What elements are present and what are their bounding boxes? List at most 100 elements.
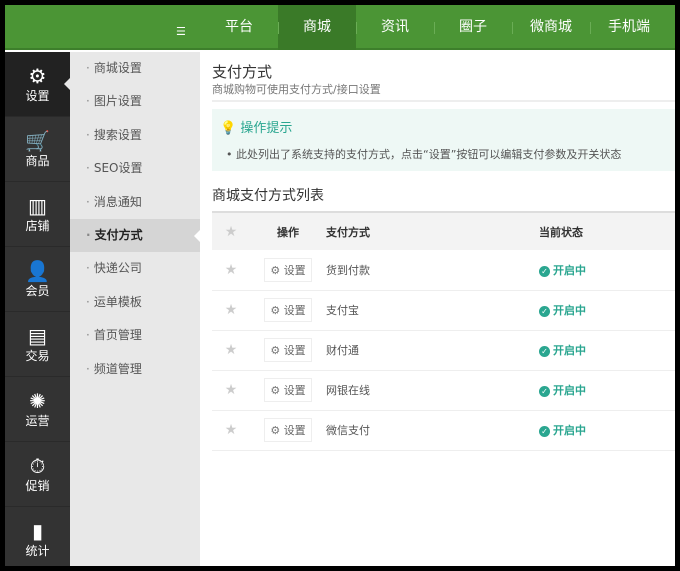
status-badge: ✓ 开启中: [539, 330, 675, 371]
check-circle-icon: ✓: [539, 386, 550, 397]
main-content: 支付方式 商城购物可使用支付方式/接口设置 💡 操作提示 • 此处列出了系统支持…: [200, 52, 675, 566]
sidebar-item[interactable]: ▤ 交易: [5, 312, 70, 377]
table-row: ★ ⚙ 设置 网银在线 ✓ 开启中: [212, 370, 675, 411]
chart-icon: ▮: [31, 518, 43, 543]
settings-button[interactable]: ⚙ 设置: [264, 298, 312, 322]
nav-tab[interactable]: 商城: [278, 5, 356, 50]
sidebar-item[interactable]: 👤 会员: [5, 247, 70, 312]
menu-toggle-icon[interactable]: ☰: [176, 26, 189, 37]
star-icon[interactable]: ★: [212, 290, 250, 331]
column-header: 操作: [250, 211, 326, 250]
gear-icon: ⚙: [270, 384, 281, 397]
submenu-item[interactable]: 搜索设置: [70, 119, 200, 152]
settings-button[interactable]: ⚙ 设置: [264, 418, 312, 442]
app-window: ☰ 平台 商城 资讯 圈子 微商城 手机端 ⚙ 设置 🛒 商品 ▥ 店铺 👤 会员 ▤ 交易 ✺ 运营 ⏱ 促销 ▮ 统…: [5, 5, 675, 566]
gear-icon: ⚙: [270, 424, 281, 437]
gear-icon: ⚙: [270, 344, 281, 357]
status-badge: ✓ 开启中: [539, 290, 675, 331]
sidebar-item[interactable]: ✺ 运营: [5, 377, 70, 442]
status-badge: ✓ 开启中: [539, 370, 675, 411]
submenu-item[interactable]: 图片设置: [70, 85, 200, 118]
payment-name: 货到付款: [326, 250, 539, 291]
submenu-item[interactable]: SEO设置: [70, 152, 200, 185]
sidebar-item[interactable]: ▥ 店铺: [5, 182, 70, 247]
payment-name: 网银在线: [326, 370, 539, 411]
sidebar-item-label: 设置: [25, 88, 50, 103]
gear-icon: ⚙: [270, 304, 281, 317]
sidebar-item[interactable]: ▮ 统计: [5, 507, 70, 566]
button-label: 设置: [283, 424, 306, 437]
settings-button[interactable]: ⚙ 设置: [264, 338, 312, 362]
user-icon: 👤: [25, 258, 50, 283]
status-text: 开启中: [553, 263, 586, 277]
store-icon: ▥: [28, 193, 47, 218]
clock-icon: ⏱: [29, 453, 46, 478]
status-text: 开启中: [553, 304, 586, 317]
star-icon[interactable]: ★: [212, 410, 250, 451]
nav-tab[interactable]: 微商城: [512, 5, 590, 50]
gear-icon: ⚙: [28, 63, 47, 88]
sidebar-item-label: 统计: [25, 543, 50, 558]
star-icon[interactable]: ★: [212, 250, 250, 291]
gear-icon: ⚙: [270, 263, 281, 277]
nav-tab[interactable]: 手机端: [590, 5, 668, 50]
submenu-item[interactable]: 商城设置: [70, 52, 200, 85]
lightbulb-icon: 💡: [220, 121, 237, 136]
submenu-item[interactable]: 频道管理: [70, 353, 200, 386]
star-icon[interactable]: ★: [212, 330, 250, 371]
submenu-item[interactable]: 运单模板: [70, 286, 200, 319]
sidebar-item[interactable]: ⚙ 设置: [5, 52, 70, 117]
button-label: 设置: [283, 263, 306, 277]
payment-name: 财付通: [326, 330, 539, 371]
sidebar-item-label: 促销: [25, 478, 50, 493]
settings-button[interactable]: ⚙ 设置: [264, 378, 312, 402]
sale-badge-icon: ✺: [29, 388, 46, 413]
tips-panel: 💡 操作提示 • 此处列出了系统支持的支付方式，点击“设置”按钮可以编辑支付参数…: [212, 109, 675, 171]
sidebar: ⚙ 设置 🛒 商品 ▥ 店铺 👤 会员 ▤ 交易 ✺ 运营 ⏱ 促销 ▮ 统计: [5, 52, 70, 566]
nav-tab[interactable]: 平台: [200, 5, 278, 50]
basket-icon: 🛒: [25, 128, 50, 153]
table-row: ★ ⚙ 设置 支付宝 ✓ 开启中: [212, 290, 675, 331]
star-icon: ★: [212, 211, 250, 250]
sidebar-item[interactable]: ⏱ 促销: [5, 442, 70, 507]
table-row: ★ ⚙ 设置 财付通 ✓ 开启中: [212, 330, 675, 371]
list-title: 商城支付方式列表: [212, 188, 324, 204]
sidebar-item-label: 店铺: [25, 218, 50, 233]
status-text: 开启中: [553, 344, 586, 357]
submenu-item[interactable]: 支付方式: [70, 218, 200, 253]
submenu-item[interactable]: 消息通知: [70, 186, 200, 219]
status-text: 开启中: [553, 424, 586, 437]
submenu-item[interactable]: 快递公司: [70, 252, 200, 285]
status-badge: ✓ 开启中: [539, 250, 675, 291]
star-icon[interactable]: ★: [212, 370, 250, 411]
tips-heading: 操作提示: [240, 121, 293, 136]
nav-tab[interactable]: 圈子: [434, 5, 512, 50]
settings-button[interactable]: ⚙ 设置: [264, 257, 312, 282]
sidebar-item-label: 商品: [25, 153, 50, 168]
submenu: 商城设置图片设置搜索设置SEO设置消息通知支付方式快递公司运单模板首页管理频道管…: [70, 52, 200, 566]
page-subtitle: 商城购物可使用支付方式/接口设置: [212, 83, 381, 96]
payment-name: 微信支付: [326, 410, 539, 451]
top-bar: ☰ 平台 商城 资讯 圈子 微商城 手机端: [5, 5, 675, 50]
page-title: 支付方式: [212, 63, 273, 81]
check-circle-icon: ✓: [539, 346, 550, 357]
status-badge: ✓ 开启中: [539, 410, 675, 451]
check-circle-icon: ✓: [539, 426, 550, 437]
status-text: 开启中: [553, 384, 586, 397]
sidebar-item-label: 运营: [25, 413, 50, 428]
button-label: 设置: [283, 384, 306, 397]
sidebar-item-label: 会员: [25, 283, 50, 298]
register-icon: ▤: [28, 323, 47, 348]
nav-tab[interactable]: 资讯: [356, 5, 434, 50]
submenu-item[interactable]: 首页管理: [70, 319, 200, 352]
check-circle-icon: ✓: [539, 265, 550, 277]
table-row: ★ ⚙ 设置 货到付款 ✓ 开启中: [212, 250, 675, 291]
sidebar-item-label: 交易: [25, 348, 50, 363]
payment-name: 支付宝: [326, 290, 539, 331]
button-label: 设置: [283, 304, 306, 317]
column-header: 支付方式: [326, 211, 539, 250]
payment-table: ★ 操作 支付方式 当前状态 ★ ⚙ 设置 货到付款 ✓ 开启中 ★ ⚙ 设置 支付宝 ✓ 开启中…: [212, 211, 675, 451]
check-circle-icon: ✓: [539, 306, 550, 317]
sidebar-item[interactable]: 🛒 商品: [5, 117, 70, 182]
button-label: 设置: [283, 344, 306, 357]
